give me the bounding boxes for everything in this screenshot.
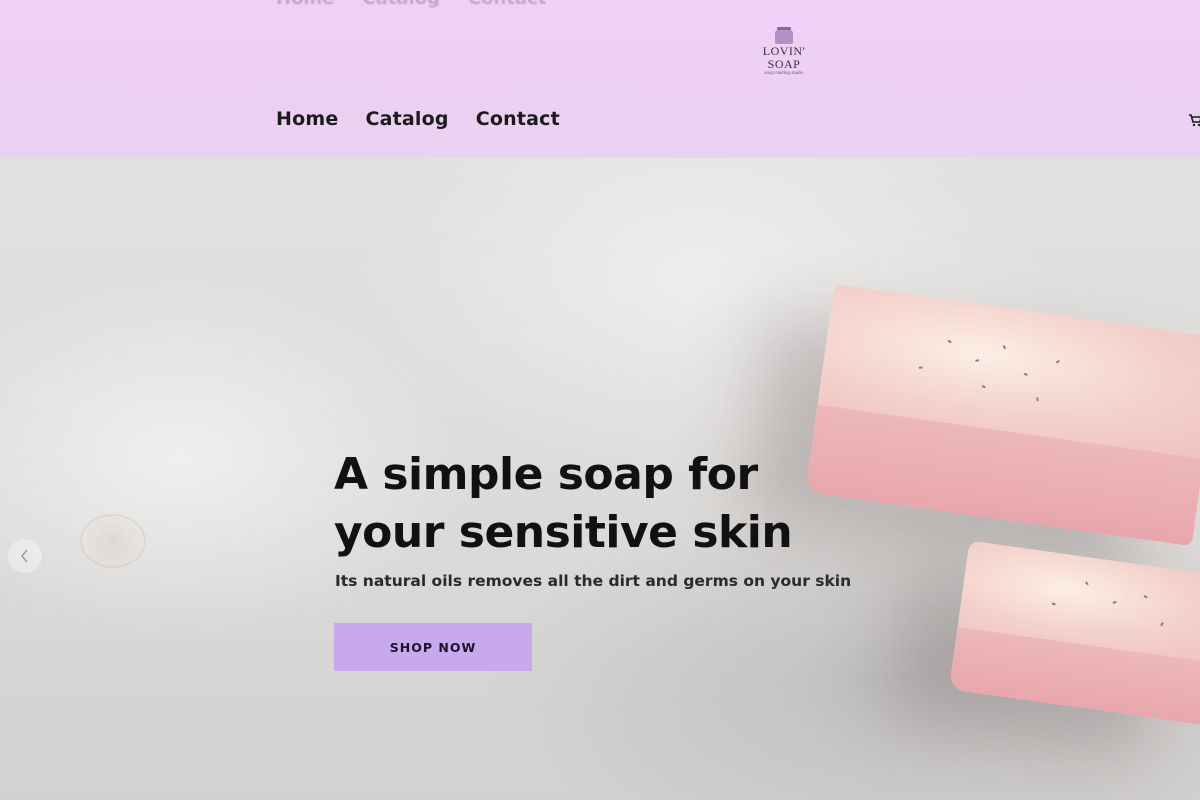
site-header: Home Catalog Contact LOVIN' SOAP soap ma… <box>0 0 1200 158</box>
soap-jar-icon <box>775 27 793 44</box>
hero-subtitle: Its natural oils removes all the dirt an… <box>335 572 852 590</box>
nav-catalog[interactable]: Catalog <box>365 108 448 130</box>
ghost-nav-contact: Contact <box>468 0 546 9</box>
hero-title: A simple soap for your sensitive skin <box>334 449 793 558</box>
site-logo[interactable]: LOVIN' SOAP soap making studio <box>753 27 815 78</box>
header-nav-ghost: Home Catalog Contact <box>276 0 546 9</box>
shop-now-button[interactable]: SHOP NOW <box>334 623 532 671</box>
ghost-nav-home: Home <box>276 0 334 9</box>
logo-tagline: soap making studio <box>764 71 804 76</box>
nav-home[interactable]: Home <box>276 108 338 130</box>
soap-bar-image-2 <box>948 540 1200 726</box>
hero-banner: A simple soap for your sensitive skin It… <box>0 158 1200 800</box>
header-top-strip <box>0 0 1200 36</box>
ghost-nav-catalog: Catalog <box>362 0 440 9</box>
slider-prev-button[interactable] <box>8 539 42 573</box>
background-stain <box>80 514 146 568</box>
cart-icon[interactable] <box>1188 112 1200 127</box>
main-nav: Home Catalog Contact <box>276 108 560 130</box>
logo-wordmark: LOVIN' SOAP <box>762 44 806 71</box>
nav-contact[interactable]: Contact <box>476 108 560 130</box>
chevron-left-icon <box>21 549 28 563</box>
